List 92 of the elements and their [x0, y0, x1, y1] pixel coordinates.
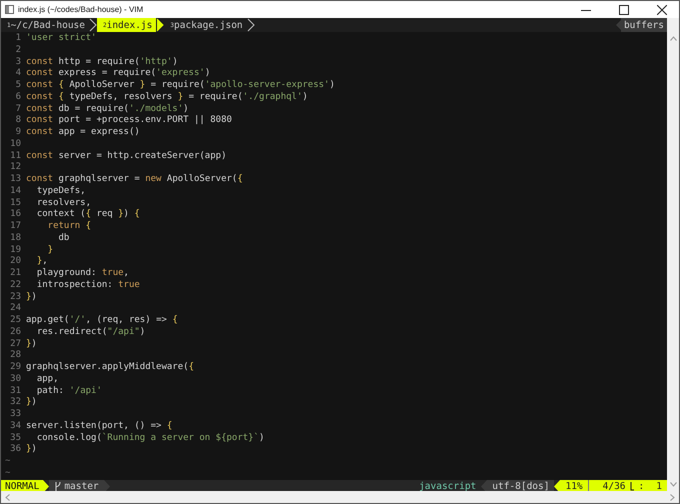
arrow-icon	[554, 480, 560, 493]
line-number: 24	[9, 303, 22, 315]
branch-name: master	[64, 481, 99, 492]
line-number: 28	[9, 350, 22, 362]
line-number: 13	[9, 174, 22, 186]
code-line: const graphqlserver = new ApolloServer({	[26, 174, 243, 186]
filetype-label: javascript	[418, 480, 478, 493]
code-line: })	[26, 397, 37, 409]
empty-line-marker: ~	[5, 456, 10, 466]
code-line: playground: true,	[36, 268, 129, 280]
empty-line-marker: ~	[5, 468, 10, 478]
branch-icon	[54, 482, 62, 491]
code-line: app.get('/', (req, res) => {	[26, 315, 178, 327]
code-line: },	[36, 256, 48, 268]
code-line: const http = require('http')	[26, 56, 178, 68]
code-line: context ({ req }) {	[36, 209, 140, 221]
arrow-icon	[616, 18, 621, 32]
code-line: 'user strict'	[26, 33, 96, 45]
line-number: 3	[14, 56, 22, 68]
code-line: })	[26, 292, 37, 304]
maximize-icon	[619, 4, 629, 14]
scroll-up-icon[interactable]	[670, 36, 676, 41]
code-line: introspection: true	[36, 280, 140, 292]
line-number: 34	[9, 420, 22, 432]
code-line: server.listen(port, () => {	[26, 420, 172, 432]
code-line: const { ApolloServer } = require('apollo-server-express')	[26, 80, 335, 92]
arrow-icon	[43, 480, 50, 493]
code-line: resolvers,	[36, 198, 92, 209]
code-line: const port = +process.env.PORT || 8080	[26, 115, 232, 127]
line-number: 12	[9, 162, 22, 174]
code-line: path: '/api'	[36, 386, 102, 398]
code-line: const app = express()	[26, 127, 140, 139]
code-line: db	[58, 232, 70, 244]
chevron-icon	[88, 18, 97, 32]
code-line: const { typeDefs, resolvers } = require('./graphql')	[26, 92, 308, 104]
line-number: 11	[9, 150, 22, 162]
chevron-icon	[246, 18, 255, 32]
line-position: 4/36	[602, 481, 626, 492]
code-line: }	[46, 244, 54, 256]
line-number: 6	[14, 92, 22, 104]
code-line: typeDefs,	[36, 186, 86, 198]
column-position: 1	[655, 481, 662, 492]
code-line: const express = require('express')	[26, 68, 210, 80]
line-number: 27	[9, 338, 22, 350]
line-number: 1	[14, 33, 22, 45]
line-number: 4	[14, 68, 22, 80]
line-number: 16	[9, 209, 22, 221]
line-number: 32	[9, 397, 22, 409]
line-number: 9	[14, 127, 22, 139]
line-number: 22	[9, 280, 22, 292]
line-number: 23	[9, 292, 22, 303]
vertical-scrollbar[interactable]	[667, 18, 679, 491]
line-number: 7	[14, 104, 22, 115]
line-number: 2	[14, 44, 22, 56]
code-line: })	[26, 444, 37, 456]
line-number: 36	[9, 444, 22, 456]
line-number: 26	[9, 326, 22, 338]
line-number: 31	[9, 386, 22, 397]
line-number: 17	[9, 221, 22, 233]
code-line: })	[26, 338, 37, 350]
line-number: 15	[9, 198, 22, 209]
column-separator: :	[638, 481, 644, 492]
arrow-icon	[481, 480, 488, 493]
chevron-icon	[156, 18, 164, 32]
app-icon	[5, 5, 14, 14]
line-number: 29	[9, 362, 22, 374]
window-title: index.js (~/codes/Bad-house) - VIM	[18, 5, 144, 14]
line-number: 8	[14, 115, 22, 127]
line-number: 35	[9, 432, 22, 444]
line-number: 21	[9, 268, 22, 280]
line-number: 18	[9, 232, 22, 244]
scroll-left-icon[interactable]	[5, 494, 10, 500]
line-number: 25	[9, 315, 22, 327]
code-line: res.redirect("/api")	[36, 326, 146, 338]
code-line: console.log(`Running a server on ${port}`)	[36, 432, 264, 444]
line-number: 10	[9, 138, 22, 150]
code-line: const db = require('./models')	[26, 104, 189, 116]
line-number: 14	[9, 186, 22, 198]
line-number: 33	[9, 409, 22, 421]
line-number: 20	[9, 256, 22, 268]
line-number: 5	[14, 80, 22, 92]
horizontal-scrollbar[interactable]	[1, 491, 679, 503]
code-line: graphqlserver.applyMiddleware({	[26, 362, 194, 374]
scroll-right-icon[interactable]	[670, 494, 675, 500]
code-line: const server = http.createServer(app)	[26, 150, 226, 162]
line-number-icon	[630, 482, 635, 491]
code-line: return {	[46, 221, 92, 233]
code-line: app,	[36, 374, 59, 386]
scroll-down-icon[interactable]	[670, 482, 676, 487]
close-icon	[657, 4, 667, 14]
line-number: 30	[9, 374, 22, 386]
line-number: 19	[9, 244, 22, 256]
